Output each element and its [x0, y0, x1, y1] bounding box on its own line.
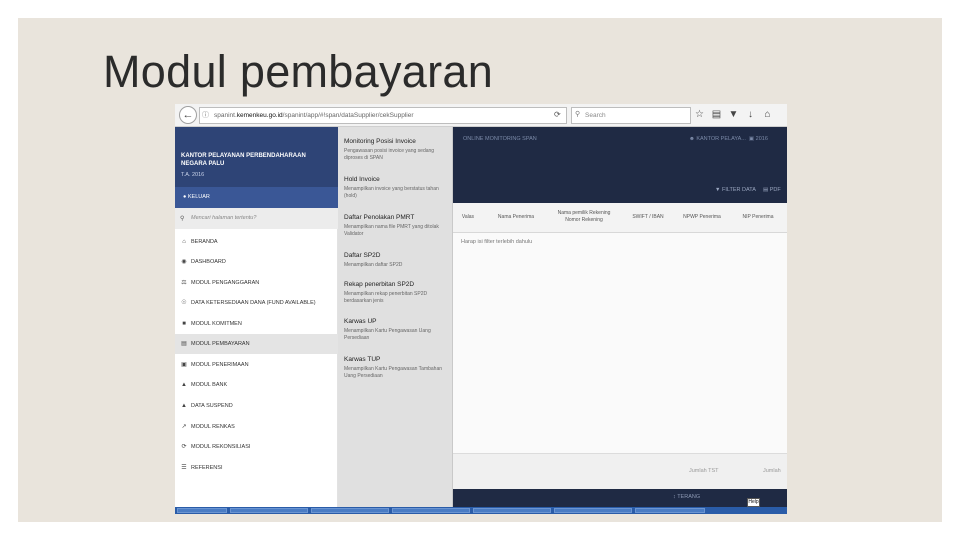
- briefcase-icon: ■: [182, 321, 186, 327]
- info-icon: ⓘ: [202, 112, 209, 119]
- taskbar-button[interactable]: [473, 508, 551, 513]
- app-screenshot: ← spanint.kemenkeu.go.id/spanint/app/#!s…: [175, 104, 787, 514]
- sidebar-search-input[interactable]: Mencari halaman tertentu?: [175, 208, 338, 229]
- url-path: /spanint/app/#!span/dataSupplier/cekSupp…: [282, 112, 414, 119]
- app-header: ONLINE MONITORING SPAN ☻ KANTOR PELAYA..…: [453, 127, 787, 203]
- taskbar-button[interactable]: [177, 508, 227, 513]
- footer-total-label: Jumlah TST: [689, 468, 719, 474]
- refresh-icon: ⟳: [181, 444, 187, 450]
- column-header: SWIFT / IBAN: [632, 214, 664, 220]
- search-icon: ⚲: [180, 216, 185, 222]
- sidebar-item-komitmen[interactable]: ■ MODUL KOMITMEN: [175, 314, 338, 334]
- pdf-button[interactable]: ▤ PDF: [763, 187, 781, 193]
- sidebar-item-beranda[interactable]: ⌂ BERANDA: [175, 232, 338, 252]
- taskbar-button[interactable]: [635, 508, 705, 513]
- search-icon: ⚲: [575, 111, 581, 118]
- submenu-item-daftar-sp2d[interactable]: Daftar SP2D Menampilkan daftar SP2D: [344, 251, 450, 269]
- star-icon[interactable]: ☆: [694, 107, 705, 123]
- filter-icon: ▼: [715, 187, 722, 193]
- filter-data-button[interactable]: ▼ FILTER DATA: [715, 187, 756, 193]
- clipboard-icon[interactable]: ▤: [711, 107, 722, 123]
- sidebar-item-ketersediaan-dana[interactable]: ☉ DATA KETERSEDIAAN DANA (FUND AVAILABLE): [175, 293, 338, 313]
- warning-icon: ▲: [181, 403, 187, 409]
- help-button[interactable]: Help: [747, 498, 760, 507]
- calendar-icon: ▣: [748, 136, 756, 142]
- url-domain: kemenkeu.go.id: [236, 112, 283, 119]
- logout-button[interactable]: ● KELUAR: [175, 187, 338, 208]
- submenu-item-karwas-up[interactable]: Karwas UP Menampilkan Kartu Pengawasan U…: [344, 317, 450, 342]
- sidebar-item-dashboard[interactable]: ◉ DASHBOARD: [175, 252, 338, 272]
- chart-icon: ↗: [181, 424, 187, 430]
- pocket-icon[interactable]: ▼: [728, 107, 739, 123]
- url-bar[interactable]: spanint.kemenkeu.go.id/spanint/app/#!spa…: [199, 107, 567, 124]
- sidebar-item-suspend[interactable]: ▲ DATA SUSPEND: [175, 396, 338, 416]
- submenu-item-hold-invoice[interactable]: Hold Invoice Menampilkan invoice yang be…: [344, 175, 450, 200]
- sidebar: KANTOR PELAYANAN PERBENDAHARAAN NEGARA P…: [175, 127, 338, 507]
- url-prefix: spanint.: [214, 112, 237, 119]
- table-footer: Jumlah TST Jumlah: [453, 453, 787, 489]
- taskbar-button[interactable]: [392, 508, 470, 513]
- fiscal-year: T.A. 2016: [181, 172, 205, 178]
- sidebar-item-referensi[interactable]: ☰ REFERENSI: [175, 458, 338, 478]
- browser-search-placeholder: Search: [585, 112, 606, 119]
- slide-title: Modul pembayaran: [103, 46, 494, 97]
- download-icon[interactable]: ↓: [745, 107, 756, 123]
- back-arrow-icon[interactable]: ←: [179, 106, 197, 124]
- app-footer: ↕ TERANG: [453, 489, 787, 507]
- sidebar-item-penganggaran[interactable]: ⚖ MODUL PENGANGGARAN: [175, 273, 338, 293]
- inbox-icon: ▣: [181, 362, 187, 368]
- sidebar-header: KANTOR PELAYANAN PERBENDAHARAAN NEGARA P…: [175, 127, 338, 187]
- taskbar-button[interactable]: [554, 508, 632, 513]
- column-header: Nama pemilik Rekening Nomor Rekening: [557, 210, 611, 223]
- kantor-label: ☻ KANTOR PELAYA... ▣ 2016: [689, 136, 768, 142]
- browser-toolbar: ← spanint.kemenkeu.go.id/spanint/app/#!s…: [175, 104, 787, 127]
- table-header: Valas Nama Penerima Nama pemilik Rekenin…: [453, 203, 787, 233]
- coin-icon: ☉: [181, 300, 187, 306]
- sidebar-item-rekonsiliasi[interactable]: ⟳ MODUL REKONSILIASI: [175, 437, 338, 457]
- home-icon[interactable]: ⌂: [762, 107, 773, 123]
- column-header: Valas: [461, 214, 475, 220]
- os-taskbar: [175, 507, 787, 514]
- pembayaran-submenu: Monitoring Posisi Invoice Pengawasan pos…: [338, 127, 453, 507]
- office-name: KANTOR PELAYANAN PERBENDAHARAAN NEGARA P…: [181, 153, 306, 167]
- table-body: Harap isi filter terlebih dahulu: [453, 233, 787, 453]
- sidebar-item-penerimaan[interactable]: ▣ MODUL PENERIMAAN: [175, 355, 338, 375]
- taskbar-button[interactable]: [311, 508, 389, 513]
- dashboard-icon: ◉: [181, 259, 187, 265]
- bank-icon: ▲: [181, 382, 187, 388]
- sidebar-item-bank[interactable]: ▲ MODUL BANK: [175, 375, 338, 395]
- column-header: Nama Penerima: [497, 214, 535, 220]
- submenu-item-monitoring-invoice[interactable]: Monitoring Posisi Invoice Pengawasan pos…: [344, 137, 450, 162]
- column-header: NIP Penerima: [742, 214, 774, 220]
- browser-search-input[interactable]: Search: [571, 107, 691, 124]
- list-icon: ☰: [181, 465, 187, 471]
- footer-terang-label: ↕ TERANG: [673, 494, 701, 500]
- card-icon: ▤: [181, 341, 187, 347]
- sidebar-item-pembayaran[interactable]: ▤ MODUL PEMBAYARAN: [175, 334, 338, 354]
- column-header: NPWP Penerima: [683, 214, 721, 220]
- footer-total-label-2: Jumlah: [763, 468, 781, 474]
- submenu-item-penolakan-pmrt[interactable]: Daftar Penolakan PMRT Menampilkan nama f…: [344, 213, 450, 238]
- file-icon: ▤: [763, 187, 770, 193]
- submenu-item-karwas-tup[interactable]: Karwas TUP Menampilkan Kartu Pengawasan …: [344, 355, 450, 380]
- toolbar-icons: ☆ ▤ ▼ ↓ ⌂: [694, 107, 773, 123]
- empty-message: Harap isi filter terlebih dahulu: [461, 239, 533, 245]
- submenu-item-rekap-sp2d[interactable]: Rekap penerbitan SP2D Menampilkan rekap …: [344, 280, 450, 305]
- taskbar-button[interactable]: [230, 508, 308, 513]
- online-monitoring-label: ONLINE MONITORING SPAN: [463, 136, 537, 142]
- sidebar-item-renkas[interactable]: ↗ MODUL RENKAS: [175, 417, 338, 437]
- balance-icon: ⚖: [181, 280, 187, 286]
- reload-icon[interactable]: ⟳: [554, 110, 561, 119]
- home-icon: ⌂: [182, 239, 186, 245]
